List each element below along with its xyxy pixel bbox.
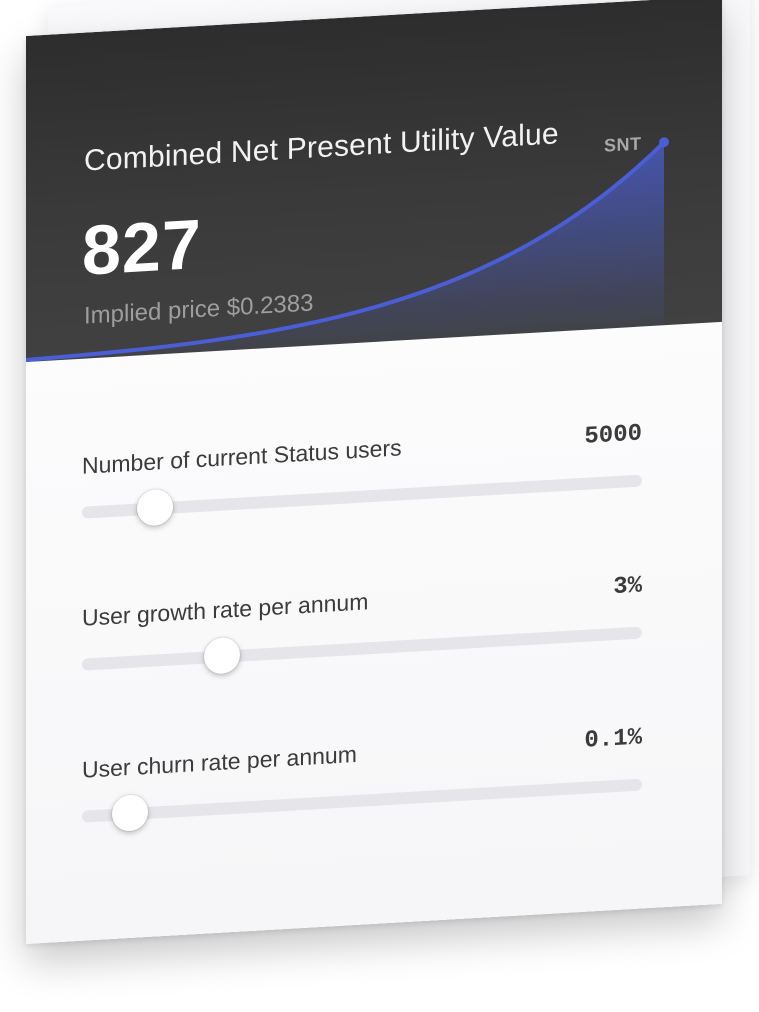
churn-slider-label: User churn rate per annum	[82, 740, 357, 783]
churn-slider-value: 0.1%	[584, 724, 642, 755]
page: Combined Net Present Utility Value 827 I…	[0, 0, 759, 1012]
growth-slider-thumb[interactable]	[204, 636, 240, 675]
users-slider-thumb[interactable]	[136, 488, 173, 527]
churn-slider-thumb[interactable]	[111, 793, 148, 833]
growth-curve-endpoint	[659, 137, 669, 148]
summary-header: Combined Net Present Utility Value 827 I…	[26, 0, 722, 362]
growth-slider-track[interactable]	[82, 626, 642, 671]
users-slider-value: 5000	[584, 420, 642, 451]
churn-slider-group: User churn rate per annum 0.1%	[82, 724, 642, 836]
churn-slider-track[interactable]	[82, 778, 642, 823]
calculator-card: Combined Net Present Utility Value 827 I…	[26, 0, 722, 944]
utility-value: 827	[82, 204, 202, 290]
unit-label: SNT	[604, 133, 642, 156]
users-slider-label: Number of current Status users	[82, 434, 402, 479]
growth-slider-group: User growth rate per annum 3%	[82, 572, 642, 684]
growth-slider-value: 3%	[613, 572, 642, 602]
users-slider-group: Number of current Status users 5000	[82, 420, 642, 532]
growth-slider-label: User growth rate per annum	[82, 588, 369, 631]
